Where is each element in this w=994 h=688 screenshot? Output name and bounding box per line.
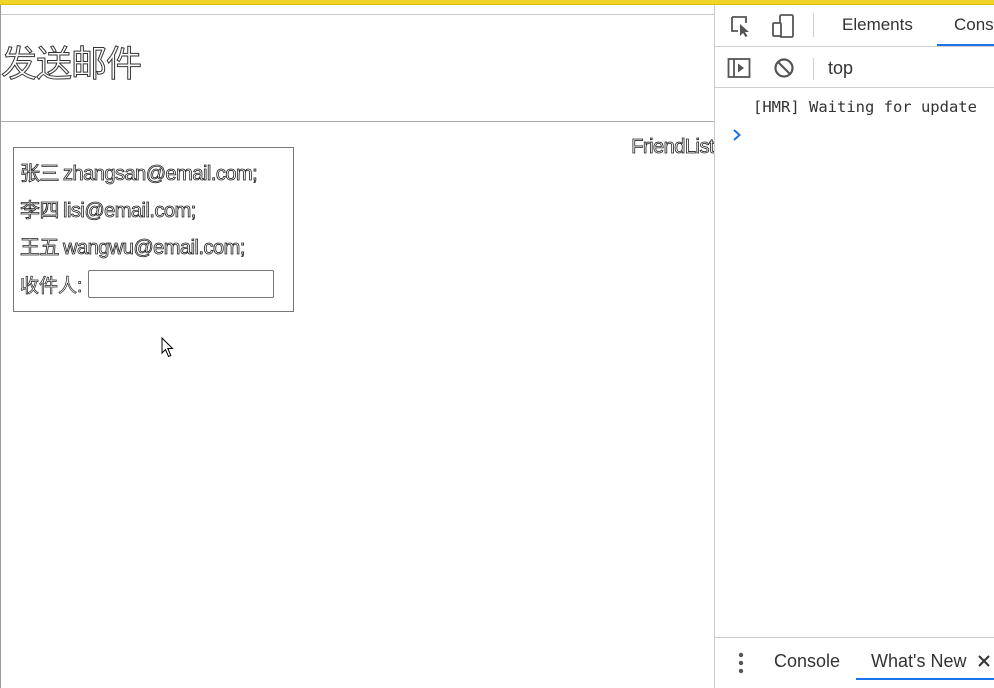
friend-name: 张三: [20, 163, 60, 186]
friendlist-label: FriendList: [631, 136, 714, 159]
recipient-row: 收件人:: [20, 267, 287, 301]
prompt-chevron-icon: [733, 129, 741, 141]
close-icon[interactable]: [977, 654, 991, 668]
devtools-tabbar: Elements Cons: [715, 5, 994, 47]
tabbar-separator: [813, 13, 814, 37]
page-top-line: [1, 14, 714, 15]
recipient-input[interactable]: [88, 270, 275, 298]
console-message: [HMR] Waiting for update: [753, 98, 977, 116]
devtools-panel: Elements Cons top [HMR] Waiting for upda…: [714, 5, 994, 688]
page-divider: [1, 121, 714, 122]
friend-row[interactable]: 张三 zhangsan@email.com;: [20, 156, 287, 193]
page-title: 发送邮件: [1, 44, 143, 85]
tab-console[interactable]: Cons: [954, 15, 994, 35]
devtools-drawer: Console What's New: [715, 637, 994, 688]
friend-row[interactable]: 王五 wangwu@email.com;: [20, 230, 287, 267]
friend-row[interactable]: 李四 lisi@email.com;: [20, 193, 287, 230]
drawer-active-tab-indicator: [856, 678, 994, 680]
drawer-tab-whats-new[interactable]: What's New: [871, 651, 966, 672]
mouse-cursor-icon: [161, 337, 174, 358]
friend-email: lisi@email.com;: [63, 200, 197, 223]
clear-console-icon[interactable]: [773, 57, 795, 79]
console-toolbar: top: [715, 48, 994, 88]
friend-name: 王五: [20, 237, 60, 260]
friend-name: 李四: [20, 200, 60, 223]
sidebar-toggle-icon[interactable]: [727, 57, 751, 79]
friend-email: zhangsan@email.com;: [63, 163, 259, 186]
drawer-tab-console[interactable]: Console: [774, 651, 840, 672]
web-page: 发送邮件 FriendList 张三 zhangsan@email.com; 李四…: [0, 5, 714, 688]
context-selector[interactable]: top: [828, 58, 853, 79]
toolbar-separator: [813, 58, 814, 80]
tab-elements[interactable]: Elements: [842, 15, 913, 35]
device-toolbar-icon[interactable]: [770, 13, 796, 39]
active-tab-indicator: [937, 44, 994, 46]
friend-email: wangwu@email.com;: [63, 237, 246, 260]
recipient-label: 收件人:: [20, 275, 83, 297]
inspect-element-icon[interactable]: [729, 14, 753, 38]
friend-list-box: 张三 zhangsan@email.com; 李四 lisi@email.com; …: [13, 147, 294, 312]
kebab-menu-icon[interactable]: [737, 652, 745, 674]
